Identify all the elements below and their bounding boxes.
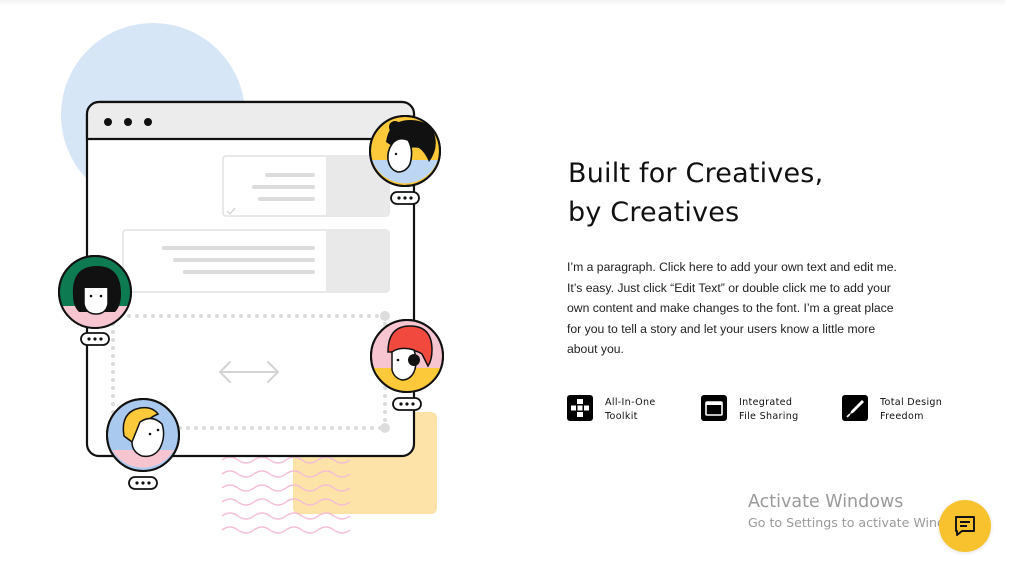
feature-label-line-1: All-In-One — [605, 397, 656, 408]
avatar-bottom-left — [106, 398, 180, 490]
creatives-illustration — [58, 23, 444, 534]
feature-label-line-2: Toolkit — [605, 410, 638, 422]
section-paragraph[interactable]: I’m a paragraph. Click here to add your … — [567, 257, 897, 360]
feature-design-freedom: Total Design Freedom — [842, 395, 942, 423]
feature-file-sharing: Integrated File Sharing — [701, 395, 799, 423]
grid-icon — [567, 395, 593, 421]
feature-label: Total Design Freedom — [880, 395, 942, 423]
folder-icon — [701, 395, 727, 421]
placeholder-card-1 — [222, 155, 390, 217]
heading-line-2: by Creatives — [568, 197, 740, 228]
pen-icon — [842, 395, 868, 421]
feature-label-line-2: File Sharing — [739, 410, 799, 422]
feature-label-line-1: Total Design — [880, 397, 943, 408]
feature-label: All-In-One Toolkit — [605, 395, 656, 423]
feature-label-line-1: Integrated — [739, 397, 793, 408]
placeholder-card-2 — [122, 229, 390, 293]
feature-toolkit: All-In-One Toolkit — [567, 395, 656, 423]
chat-icon — [953, 514, 977, 538]
section-heading: Built for Creatives, by Creatives — [568, 154, 823, 232]
heading-line-1: Built for Creatives, — [568, 158, 824, 189]
feature-label: Integrated File Sharing — [739, 395, 799, 423]
feature-label-line-2: Freedom — [880, 410, 924, 422]
chat-button[interactable] — [939, 500, 991, 552]
